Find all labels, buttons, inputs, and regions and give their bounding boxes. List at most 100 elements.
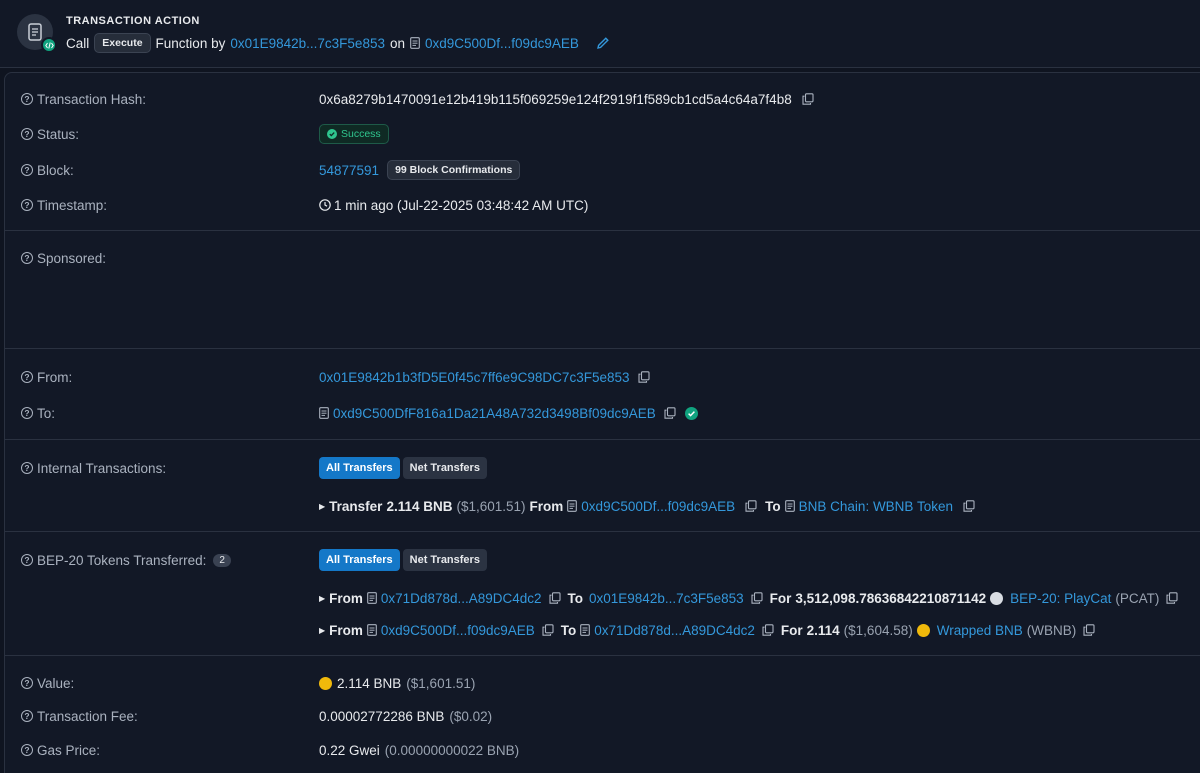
playcat-token-icon bbox=[990, 591, 1004, 605]
help-icon[interactable]: ? bbox=[21, 371, 33, 383]
copy-icon[interactable] bbox=[963, 500, 975, 512]
action-contract-link[interactable]: 0xd9C500Df...f09dc9AEB bbox=[425, 36, 579, 51]
fee-amount: 0.00002772286 BNB bbox=[319, 708, 445, 724]
value-row: ? Value: 2.114 BNB ($1,601.51) bbox=[0, 673, 1200, 693]
internal-tab-net-transfers[interactable]: Net Transfers bbox=[402, 457, 487, 479]
help-icon[interactable]: ? bbox=[21, 128, 33, 140]
copy-icon[interactable] bbox=[548, 592, 561, 604]
to-address-link[interactable]: 0xd9C500DfF816a1Da21A48A732d3498Bf09dc9A… bbox=[333, 406, 656, 421]
expand-caret-icon[interactable]: ▶ bbox=[319, 626, 325, 635]
transfer-amount: 2.114 BNB bbox=[386, 498, 453, 514]
token-amount: 2.114 bbox=[806, 622, 840, 638]
wbnb-token-icon bbox=[916, 623, 930, 637]
to-label: To: bbox=[37, 405, 56, 421]
copy-icon[interactable] bbox=[751, 592, 763, 604]
value-usd: ($1,601.51) bbox=[406, 675, 476, 691]
bnb-coin-icon bbox=[319, 676, 332, 690]
token-name-link[interactable]: BEP-20: PlayCat bbox=[1010, 591, 1111, 606]
tokens-tab-all-transfers[interactable]: All Transfers bbox=[319, 549, 400, 571]
transaction-action-panel: TRANSACTION ACTION Call Execute Function… bbox=[0, 0, 1200, 68]
help-icon[interactable]: ? bbox=[21, 164, 33, 176]
status-badge: Success bbox=[319, 124, 389, 144]
token-to-link[interactable]: 0x01E9842b...7c3F5e853 bbox=[589, 591, 744, 606]
help-icon[interactable]: ? bbox=[21, 252, 33, 264]
transfer-to-word: To bbox=[765, 498, 781, 514]
token-from-link[interactable]: 0xd9C500Df...f09dc9AEB bbox=[381, 623, 535, 638]
token-for-word: For bbox=[769, 590, 792, 606]
check-circle-icon bbox=[327, 129, 337, 139]
from-label: From: bbox=[37, 369, 73, 385]
code-icon bbox=[41, 37, 57, 53]
help-icon[interactable]: ? bbox=[21, 710, 33, 722]
divider bbox=[4, 348, 1200, 349]
value-label: Value: bbox=[37, 675, 75, 691]
status-value: Success bbox=[341, 128, 381, 140]
on-word: on bbox=[389, 35, 405, 51]
gas-sub: (0.00000000022 BNB) bbox=[384, 742, 520, 758]
method-badge: Execute bbox=[94, 33, 151, 53]
from-row: ? From: 0x01E9842b1b3fD5E0f45c7ff6e9C98DC… bbox=[0, 367, 1200, 387]
token-name-link[interactable]: Wrapped BNB bbox=[937, 623, 1023, 638]
token-to-link[interactable]: 0x71Dd878d...A89DC4dc2 bbox=[594, 623, 755, 638]
divider bbox=[4, 230, 1200, 231]
token-from-word: From bbox=[329, 590, 363, 606]
token-symbol: (WBNB) bbox=[1026, 622, 1077, 638]
sponsored-label: Sponsored: bbox=[37, 250, 107, 266]
tokens-count-badge: 2 bbox=[213, 553, 231, 567]
help-icon[interactable]: ? bbox=[21, 462, 33, 474]
copy-icon[interactable] bbox=[1166, 592, 1178, 604]
divider bbox=[4, 531, 1200, 532]
contract-file-icon bbox=[567, 500, 578, 512]
help-icon[interactable]: ? bbox=[21, 199, 33, 211]
internal-tab-all-transfers[interactable]: All Transfers bbox=[319, 457, 400, 479]
transaction-action-summary: Call Execute Function by 0x01E9842b...7c… bbox=[66, 33, 610, 53]
call-word: Call bbox=[66, 35, 90, 51]
token-usd: ($1,604.58) bbox=[843, 622, 913, 638]
help-icon[interactable]: ? bbox=[21, 93, 33, 105]
gas-row: ? Gas Price: 0.22 Gwei (0.00000000022 BNB… bbox=[0, 740, 1200, 760]
tokens-tab-net-transfers[interactable]: Net Transfers bbox=[402, 549, 487, 571]
block-label: Block: bbox=[37, 162, 74, 178]
token-transfer-row: ▶ From 0xd9C500Df...f09dc9AEB To 0x71Dd8… bbox=[0, 620, 1200, 640]
token-to-word: To bbox=[567, 590, 584, 606]
copy-icon[interactable] bbox=[542, 624, 554, 636]
status-label: Status: bbox=[37, 126, 80, 142]
copy-icon[interactable] bbox=[637, 371, 650, 383]
help-icon[interactable]: ? bbox=[21, 744, 33, 756]
to-row: ? To: 0xd9C500DfF816a1Da21A48A732d3498Bf0… bbox=[0, 403, 1200, 423]
token-from-link[interactable]: 0x71Dd878d...A89DC4dc2 bbox=[381, 591, 542, 606]
sponsored-row: ? Sponsored: bbox=[0, 248, 1200, 268]
internal-tx-row: ? Internal Transactions: All Transfers Ne… bbox=[0, 457, 1200, 479]
confirmations-badge: 99 Block Confirmations bbox=[387, 160, 521, 180]
copy-icon[interactable] bbox=[745, 500, 757, 512]
token-from-word: From bbox=[329, 622, 363, 638]
contract-file-icon bbox=[319, 407, 329, 419]
contract-file-icon bbox=[367, 624, 377, 636]
token-symbol: (PCAT) bbox=[1115, 590, 1160, 606]
copy-icon[interactable] bbox=[664, 407, 676, 419]
gas-label: Gas Price: bbox=[37, 742, 101, 758]
copy-icon[interactable] bbox=[802, 93, 814, 105]
copy-icon[interactable] bbox=[762, 624, 774, 636]
edit-pencil-icon[interactable] bbox=[596, 36, 610, 50]
transfer-from-link[interactable]: 0xd9C500Df...f09dc9AEB bbox=[581, 499, 735, 514]
timestamp-label: Timestamp: bbox=[37, 197, 108, 213]
from-address-link[interactable]: 0x01E9842b1b3fD5E0f45c7ff6e9C98DC7c3F5e8… bbox=[319, 370, 630, 385]
expand-caret-icon[interactable]: ▶ bbox=[319, 502, 325, 511]
clock-icon bbox=[319, 199, 331, 211]
help-icon[interactable]: ? bbox=[21, 677, 33, 689]
expand-caret-icon[interactable]: ▶ bbox=[319, 594, 325, 603]
block-number-link[interactable]: 54877591 bbox=[319, 163, 379, 178]
transfer-to-link[interactable]: BNB Chain: WBNB Token bbox=[799, 499, 953, 514]
help-icon[interactable]: ? bbox=[21, 407, 33, 419]
contract-file-icon bbox=[784, 500, 795, 512]
copy-icon[interactable] bbox=[1083, 624, 1095, 636]
internal-tx-label: Internal Transactions: bbox=[37, 460, 167, 476]
gas-amount: 0.22 Gwei bbox=[319, 742, 380, 758]
tx-hash-value: 0x6a8279b1470091e12b419b115f069259e124f2… bbox=[319, 91, 792, 107]
status-row: ? Status: Success bbox=[0, 124, 1200, 144]
token-for-word: For bbox=[780, 622, 803, 638]
help-icon[interactable]: ? bbox=[21, 554, 33, 566]
action-from-link[interactable]: 0x01E9842b...7c3F5e853 bbox=[230, 36, 385, 51]
transaction-action-title: TRANSACTION ACTION bbox=[66, 15, 200, 27]
